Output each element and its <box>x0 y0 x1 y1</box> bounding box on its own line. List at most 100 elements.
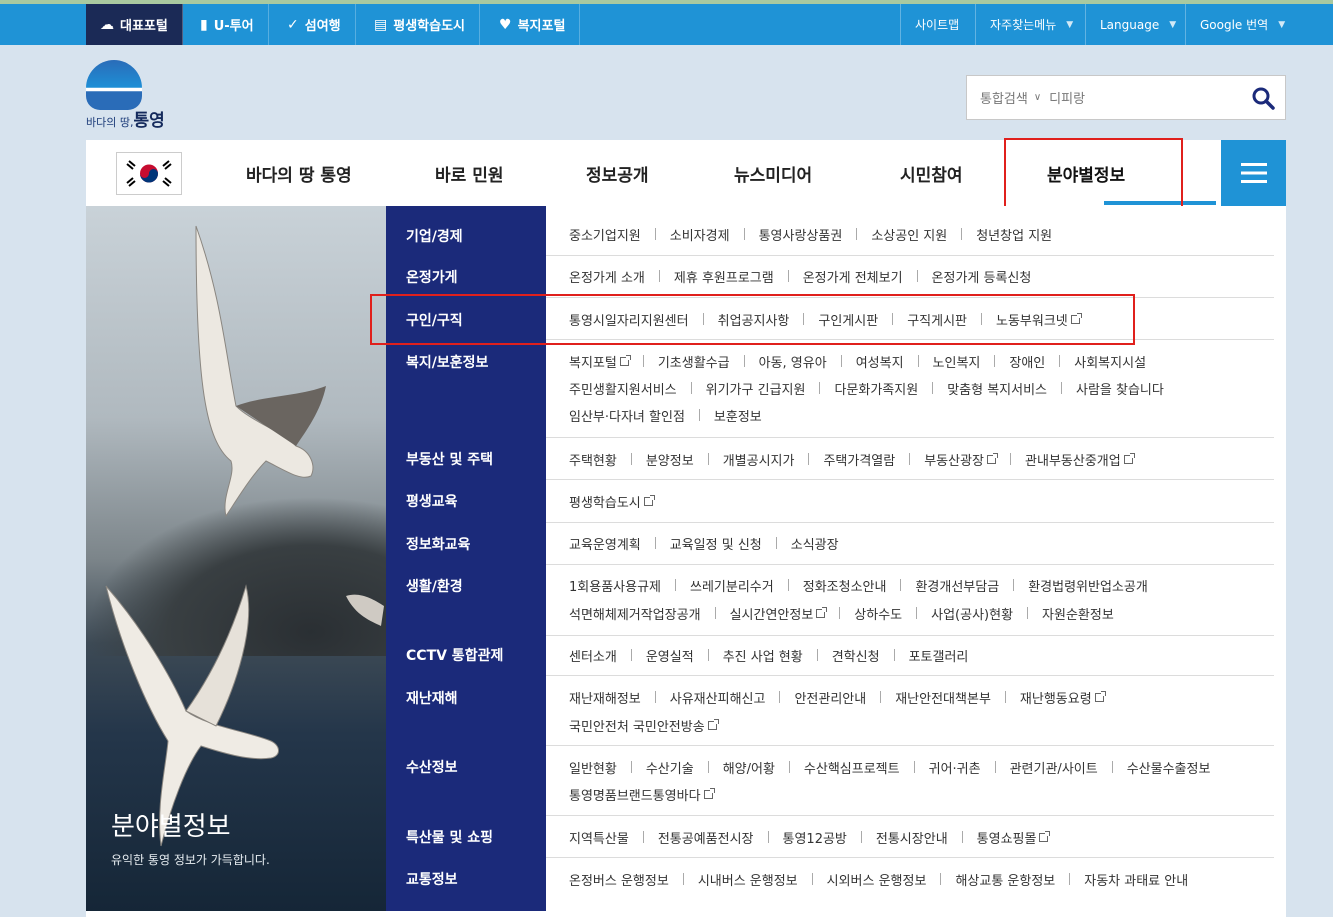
menu-link[interactable]: 사람을 찾습니다 <box>1076 379 1164 398</box>
menu-link[interactable]: 자동차 과태료 안내 <box>1084 870 1188 889</box>
menu-link[interactable]: 환경개선부담금 <box>915 576 999 595</box>
menu-link[interactable]: 운영실적 <box>646 646 694 665</box>
menu-link[interactable]: 사회복지시설 <box>1074 352 1146 371</box>
menu-link[interactable]: 중소기업지원 <box>569 225 641 244</box>
menu-link[interactable]: 여성복지 <box>856 352 904 371</box>
menu-link[interactable]: 재난재해정보 <box>569 688 641 707</box>
menu-link[interactable]: 사업(공사)현황 <box>931 604 1013 623</box>
menu-link[interactable]: 관내부동산중개업 <box>1025 450 1135 469</box>
menu-link[interactable]: 해상교통 운항정보 <box>955 870 1055 889</box>
menu-link[interactable]: 온정버스 운행정보 <box>569 870 669 889</box>
menu-link[interactable]: 지역특산물 <box>569 828 629 847</box>
menu-link[interactable]: 귀어·귀촌 <box>929 758 981 777</box>
menu-link[interactable]: 전통공예품전시장 <box>658 828 754 847</box>
menu-link[interactable]: 통영명품브랜드통영바다 <box>569 785 715 804</box>
menu-link[interactable]: 수산물수출정보 <box>1127 758 1211 777</box>
menu-link[interactable]: 장애인 <box>1009 352 1045 371</box>
menu-link[interactable]: 기초생활수급 <box>658 352 730 371</box>
menu-link[interactable]: 평생학습도시 <box>569 492 655 511</box>
menu-link[interactable]: 전통시장안내 <box>876 828 948 847</box>
menu-link[interactable]: 석면해체제거작업장공개 <box>569 604 701 623</box>
menu-link[interactable]: 시외버스 운행정보 <box>827 870 927 889</box>
menu-link[interactable]: 소상공인 지원 <box>871 225 947 244</box>
category-fisheries[interactable]: 수산정보 <box>406 757 458 777</box>
menu-link[interactable]: 자원순환정보 <box>1042 604 1114 623</box>
menu-link[interactable]: 통영사랑상품권 <box>759 225 843 244</box>
menu-link[interactable]: 추진 사업 현황 <box>723 646 803 665</box>
topbar-u-tour-link[interactable]: ▮ U-투어 <box>186 4 269 45</box>
search-button[interactable] <box>1240 75 1285 120</box>
nav-item-news-media[interactable]: 뉴스미디어 <box>734 140 812 206</box>
menu-link[interactable]: 포토갤러리 <box>909 646 969 665</box>
menu-link[interactable]: 센터소개 <box>569 646 617 665</box>
category-real-estate[interactable]: 부동산 및 주택 <box>406 449 493 469</box>
sitemap-link[interactable]: 사이트맵 <box>900 4 973 45</box>
menu-link[interactable]: 아동, 영유아 <box>759 352 827 371</box>
all-menu-button[interactable] <box>1221 140 1286 206</box>
menu-link[interactable]: 복지포털 <box>569 352 631 371</box>
menu-link[interactable]: 다문화가족지원 <box>834 379 918 398</box>
topbar-portal-link[interactable]: ☁ 대표포털 <box>86 4 183 45</box>
menu-link[interactable]: 견학신청 <box>832 646 880 665</box>
menu-link[interactable]: 수산핵심프로젝트 <box>804 758 900 777</box>
menu-link[interactable]: 제휴 후원프로그램 <box>674 267 774 286</box>
site-logo[interactable]: 바다의 땅,통영 <box>86 60 165 131</box>
category-disaster[interactable]: 재난재해 <box>406 688 458 708</box>
menu-link[interactable]: 온정가게 전체보기 <box>803 267 903 286</box>
category-transport[interactable]: 교통정보 <box>406 869 458 889</box>
menu-link[interactable]: 1회용품사용규제 <box>569 576 661 595</box>
menu-link[interactable]: 재난행동요령 <box>1020 688 1106 707</box>
menu-link[interactable]: 상하수도 <box>854 604 902 623</box>
menu-link[interactable]: 온정가게 등록신청 <box>932 267 1032 286</box>
frequent-menu-dropdown[interactable]: 자주찾는메뉴 ▼ <box>975 4 1087 45</box>
language-dropdown[interactable]: Language ▼ <box>1085 4 1190 45</box>
menu-link[interactable]: 맞춤형 복지서비스 <box>947 379 1047 398</box>
menu-link[interactable]: 실시간연안정보 <box>730 604 828 623</box>
menu-link[interactable]: 환경법령위반업소공개 <box>1028 576 1148 595</box>
menu-link[interactable]: 일반현황 <box>569 758 617 777</box>
menu-link[interactable]: 주택가격열람 <box>823 450 895 469</box>
menu-link[interactable]: 수산기술 <box>646 758 694 777</box>
menu-link[interactable]: 위기가구 긴급지원 <box>706 379 806 398</box>
menu-link[interactable]: 안전관리안내 <box>794 688 866 707</box>
search-scope-select[interactable]: 통합검색 ∨ <box>967 88 1041 107</box>
menu-link[interactable]: 통영12공방 <box>783 828 847 847</box>
google-translate-dropdown[interactable]: Google 번역 ▼ <box>1185 4 1299 45</box>
menu-link[interactable]: 주민생활지원서비스 <box>569 379 677 398</box>
category-business-economy[interactable]: 기업/경제 <box>406 226 463 246</box>
menu-link[interactable]: 온정가게 소개 <box>569 267 645 286</box>
menu-link[interactable]: 정화조청소안내 <box>803 576 887 595</box>
nav-item-civil-service[interactable]: 바로 민원 <box>435 140 503 206</box>
category-specialty-shopping[interactable]: 특산물 및 쇼핑 <box>406 827 493 847</box>
topbar-island-travel-link[interactable]: ✓ 섬여행 <box>273 4 356 45</box>
menu-link[interactable]: 청년창업 지원 <box>976 225 1052 244</box>
menu-link[interactable]: 보훈정보 <box>714 406 762 425</box>
menu-link[interactable]: 소식광장 <box>791 534 839 553</box>
nav-item-info-disclosure[interactable]: 정보공개 <box>586 140 649 206</box>
menu-link[interactable]: 쓰레기분리수거 <box>690 576 774 595</box>
menu-link[interactable]: 해양/어황 <box>723 758 775 777</box>
topbar-lifelong-learning-link[interactable]: ▤ 평생학습도시 <box>360 4 480 45</box>
topbar-welfare-portal-link[interactable]: ♥ 복지포털 <box>485 4 581 45</box>
menu-link[interactable]: 교육일정 및 신청 <box>670 534 762 553</box>
menu-link[interactable]: 통영쇼핑몰 <box>977 828 1051 847</box>
menu-link[interactable]: 관련기관/사이트 <box>1010 758 1098 777</box>
menu-link[interactable]: 임산부·다자녀 할인점 <box>569 406 685 425</box>
menu-link[interactable]: 분양정보 <box>646 450 694 469</box>
menu-link[interactable]: 주택현황 <box>569 450 617 469</box>
category-welfare[interactable]: 복지/보훈정보 <box>406 352 488 372</box>
menu-link[interactable]: 소비자경제 <box>670 225 730 244</box>
nav-item-tongyeong[interactable]: 바다의 땅 통영 <box>246 140 352 206</box>
menu-link[interactable]: 부동산광장 <box>924 450 999 469</box>
menu-link[interactable]: 교육운영계획 <box>569 534 641 553</box>
menu-link[interactable]: 개별공시지가 <box>723 450 795 469</box>
category-living-environment[interactable]: 생활/환경 <box>406 576 463 596</box>
menu-link[interactable]: 시내버스 운행정보 <box>698 870 798 889</box>
category-lifelong-education[interactable]: 평생교육 <box>406 491 458 511</box>
search-input[interactable]: 디피랑 <box>1049 88 1240 107</box>
menu-link[interactable]: 재난안전대책본부 <box>895 688 991 707</box>
menu-link[interactable]: 사유재산피해신고 <box>670 688 766 707</box>
nav-item-citizen-participation[interactable]: 시민참여 <box>900 140 963 206</box>
menu-link[interactable]: 국민안전처 국민안전방송 <box>569 716 719 735</box>
category-cctv[interactable]: CCTV 통합관제 <box>406 645 503 665</box>
